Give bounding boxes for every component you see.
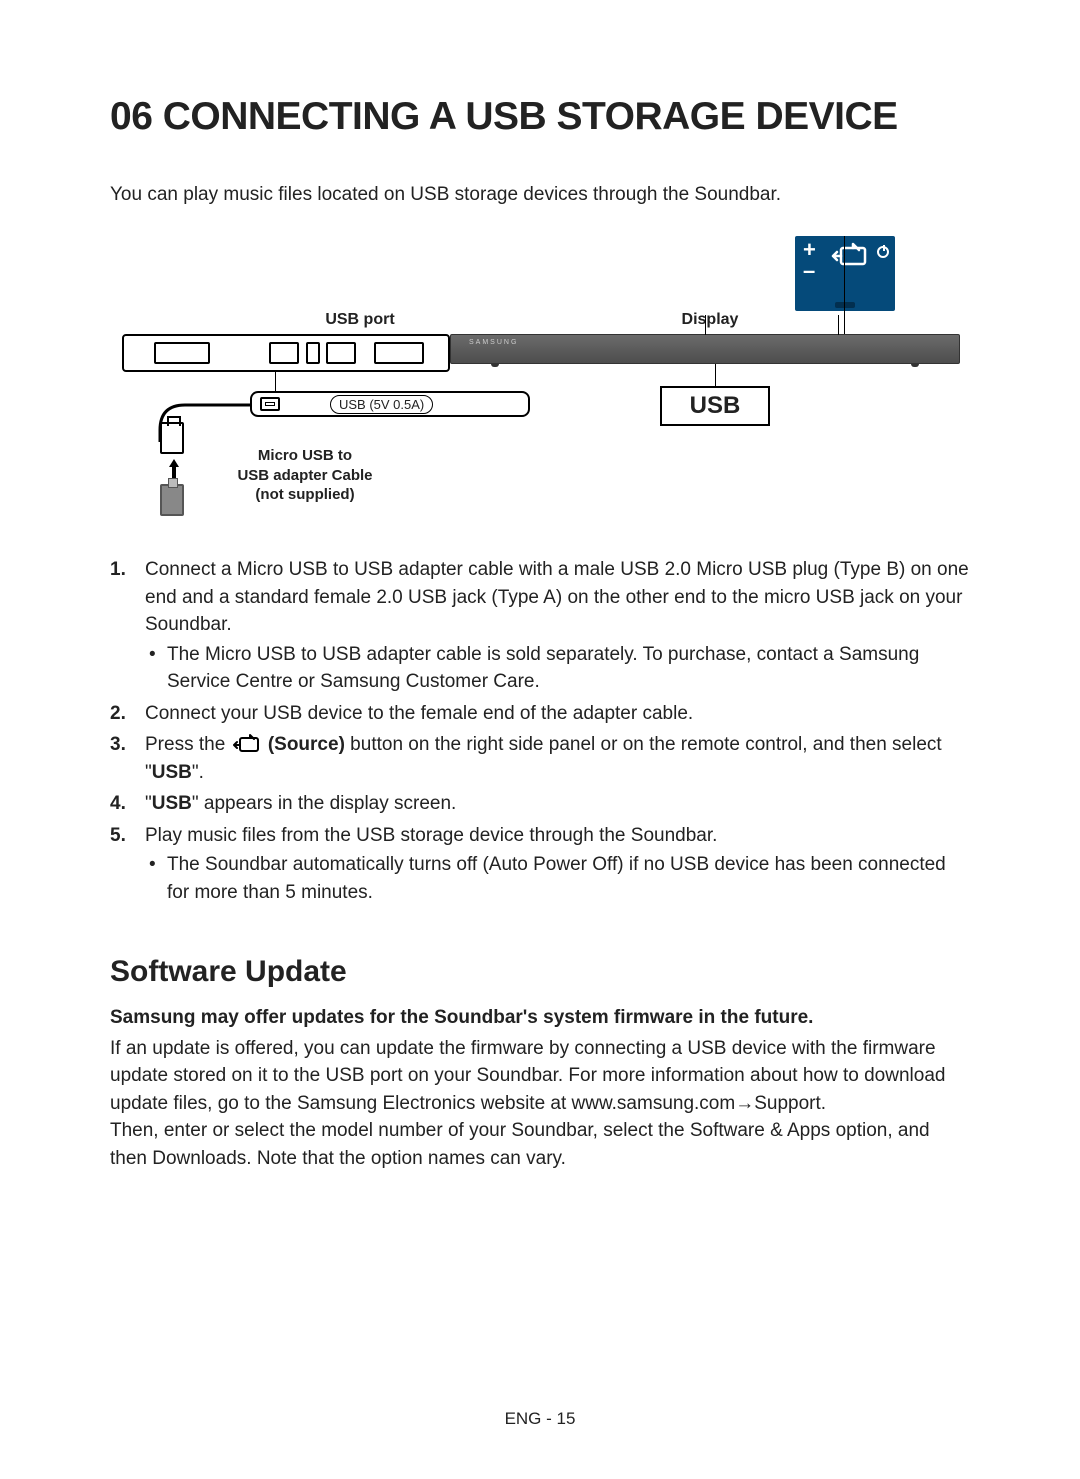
step-item: "USB" appears in the display screen. <box>110 790 970 818</box>
source-icon <box>831 242 869 268</box>
software-update-lead: Samsung may offer updates for the Soundb… <box>110 1007 970 1029</box>
step-text-part: USB <box>152 762 192 783</box>
step-item: Connect your USB device to the female en… <box>110 700 970 728</box>
cable-label-line: (not supplied) <box>255 486 354 503</box>
remote-control-inset: + – <box>795 236 895 311</box>
step-text-part: Press the <box>145 734 231 755</box>
port-icon <box>306 342 320 364</box>
port-icon <box>374 342 424 364</box>
software-update-body: If an update is offered, you can update … <box>110 1035 970 1118</box>
page-footer: ENG - 15 <box>0 1409 1080 1429</box>
display-label: Display <box>610 311 810 329</box>
step-text: Connect a Micro USB to USB adapter cable… <box>145 559 969 635</box>
instruction-steps: Connect a Micro USB to USB adapter cable… <box>110 556 970 907</box>
soundbar-ports-view <box>122 334 450 372</box>
port-icon <box>326 342 356 364</box>
bullet-item: The Micro USB to USB adapter cable is so… <box>145 641 970 696</box>
leader-line <box>838 315 839 335</box>
remote-notch <box>835 302 855 308</box>
adapter-cable-label: Micro USB to USB adapter Cable (not supp… <box>200 446 410 505</box>
power-icon <box>877 246 889 258</box>
usb-port-callout: USB (5V 0.5A) <box>250 391 530 417</box>
soundbar-front-view: SAMSUNG <box>450 334 960 364</box>
micro-usb-icon <box>260 397 280 411</box>
step-text: Play music files from the USB storage de… <box>145 825 717 846</box>
port-icon <box>154 342 210 364</box>
step-bullets: The Micro USB to USB adapter cable is so… <box>145 641 970 696</box>
foot-icon <box>491 363 499 367</box>
usb-spec-label: USB (5V 0.5A) <box>330 395 433 414</box>
cable-label-line: USB adapter Cable <box>237 467 372 484</box>
leader-line <box>715 364 716 386</box>
step-text-part: " appears in the display screen. <box>192 793 456 814</box>
display-readout: USB <box>660 386 770 426</box>
usb-connector-icon <box>160 422 184 454</box>
software-update-body: Then, enter or select the model number o… <box>110 1117 970 1172</box>
step-item: Connect a Micro USB to USB adapter cable… <box>110 556 970 696</box>
intro-paragraph: You can play music files located on USB … <box>110 184 970 206</box>
connection-diagram: + – USB port Display USB (5V 0.5A) <box>110 236 970 536</box>
port-icon <box>269 342 299 364</box>
step-bullets: The Soundbar automatically turns off (Au… <box>145 851 970 906</box>
usb-drive-icon <box>160 484 184 516</box>
leader-line <box>705 315 706 335</box>
step-text-part: (Source) <box>263 734 345 755</box>
leader-line <box>844 236 845 336</box>
usb-port-label: USB port <box>260 311 460 329</box>
bullet-item: The Soundbar automatically turns off (Au… <box>145 851 970 906</box>
leader-line <box>275 372 276 392</box>
manual-page: 06 CONNECTING A USB STORAGE DEVICE You c… <box>0 0 1080 1479</box>
step-item: Play music files from the USB storage de… <box>110 822 970 907</box>
source-icon <box>233 734 261 754</box>
step-text-part: ". <box>192 762 204 783</box>
step-text-part: " <box>145 793 152 814</box>
section-heading: 06 CONNECTING A USB STORAGE DEVICE <box>110 95 970 139</box>
step-item: Press the (Source) button on the right s… <box>110 731 970 786</box>
cable-label-line: Micro USB to <box>258 447 352 464</box>
foot-icon <box>911 363 919 367</box>
software-update-heading: Software Update <box>110 955 970 989</box>
step-text-part: USB <box>152 793 192 814</box>
brand-label: SAMSUNG <box>469 339 518 346</box>
